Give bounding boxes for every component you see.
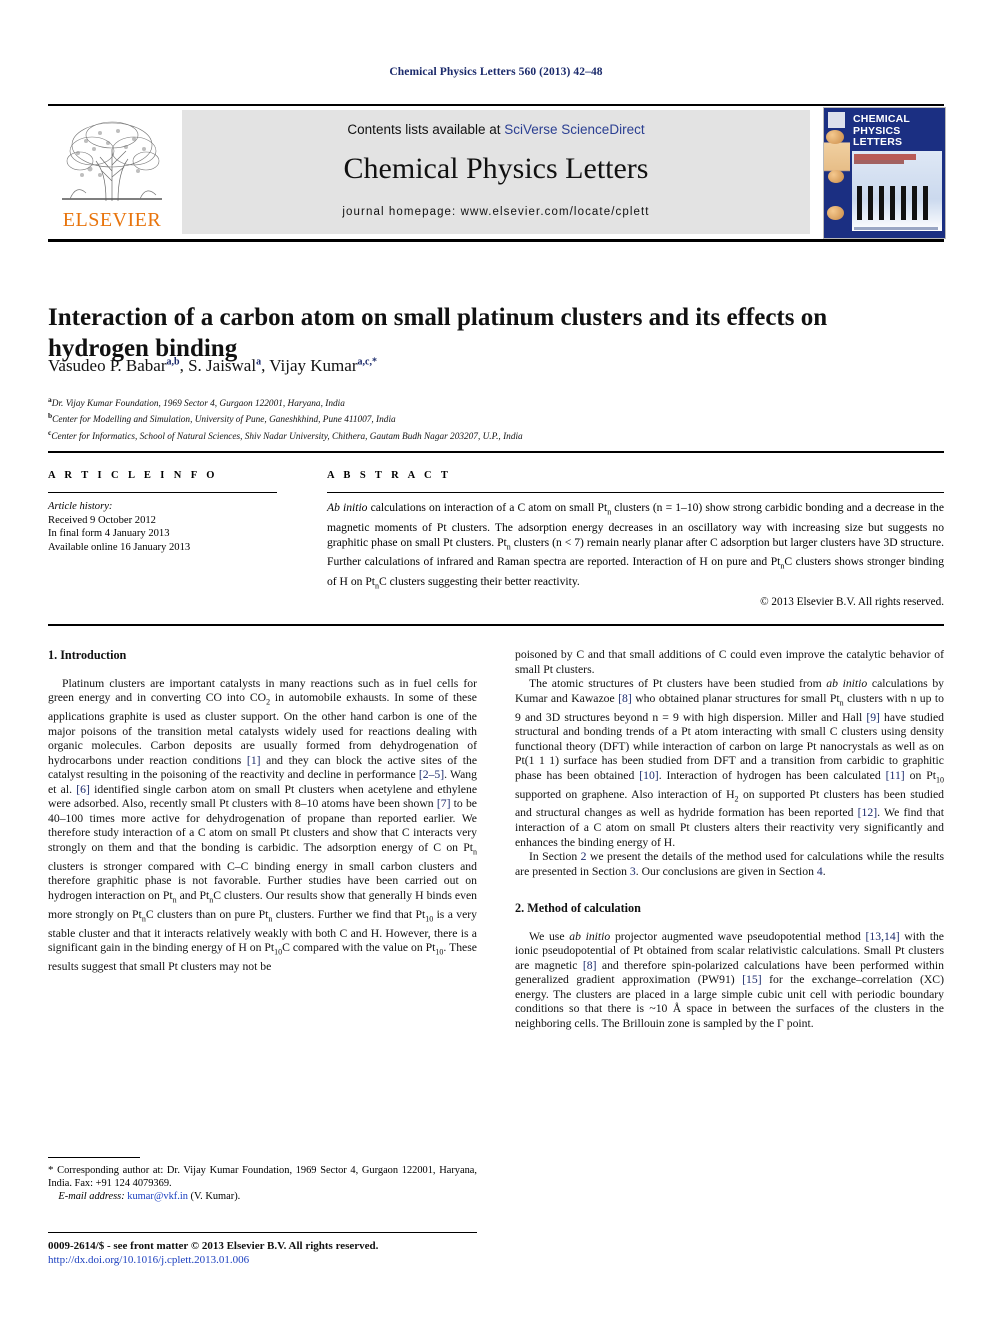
masthead-panel: Contents lists available at SciVerse Sci… <box>182 110 810 234</box>
footnote-email-link[interactable]: kumar@vkf.in <box>127 1191 188 1202</box>
affiliation-item: cCenter for Informatics, School of Natur… <box>48 427 918 443</box>
article-info-rule <box>48 492 277 493</box>
paragraph-intro-1: Platinum clusters are important catalyst… <box>48 676 478 974</box>
abstract-copyright: © 2013 Elsevier B.V. All rights reserved… <box>760 596 944 608</box>
paragraph-intro-3: In Section 2 we present the details of t… <box>515 850 944 878</box>
footnote-email-suffix: (V. Kumar). <box>187 1191 241 1203</box>
cover-blob <box>827 206 844 220</box>
abstract-rule <box>327 492 944 493</box>
corresponding-author-footnote: * Corresponding author at: Dr. Vijay Kum… <box>48 1164 477 1204</box>
affiliation-item: aDr. Vijay Kumar Foundation, 1969 Sector… <box>48 394 918 410</box>
masthead-top-rule <box>48 104 944 106</box>
cover-elsevier-mark-icon <box>828 112 845 128</box>
footnote-email-label: E-mail address: <box>58 1191 125 1203</box>
elsevier-tree-icon <box>56 109 168 207</box>
journal-masthead: ELSEVIER Contents lists available at Sci… <box>48 107 946 239</box>
cover-strapline-2 <box>854 160 904 164</box>
footnote-rule <box>48 1157 140 1159</box>
cover-test-tubes-image <box>857 186 937 220</box>
article-history-label: Article history: <box>48 501 113 512</box>
abstract-bottom-rule <box>48 624 944 626</box>
article-history-item: Received 9 October 2012 <box>48 514 156 526</box>
section-heading-method: 2. Method of calculation <box>515 901 641 916</box>
journal-cover-thumbnail: CHEMICAL PHYSICS LETTERS <box>823 107 946 239</box>
page-footer: 0009-2614/$ - see front matter © 2013 El… <box>48 1239 518 1267</box>
section-heading-introduction: 1. Introduction <box>48 648 127 662</box>
affiliation-text: Dr. Vijay Kumar Foundation, 1969 Sector … <box>51 399 345 410</box>
paragraph-intro-2: The atomic structures of Pt clusters hav… <box>515 677 945 849</box>
article-history: Article history: Received 9 October 2012… <box>48 500 288 554</box>
contents-prefix: Contents lists available at <box>347 122 505 137</box>
cover-title-line-3: LETTERS <box>853 136 903 148</box>
affiliation-text: Center for Modelling and Simulation, Uni… <box>52 415 396 426</box>
elsevier-logo: ELSEVIER <box>48 107 176 237</box>
paragraph-method-1: We use ab initio projector augmented wav… <box>515 929 944 1031</box>
abstract-text: Ab initio calculations on interaction of… <box>327 500 944 593</box>
author-name: S. Jaiswal <box>188 356 257 375</box>
article-info-label: A R T I C L E I N F O <box>48 470 218 481</box>
author-affiliation-marks: a,c,* <box>357 356 377 368</box>
info-section-top-rule <box>48 451 944 453</box>
paragraph-intro-1-continued: poisoned by C and that small additions o… <box>515 648 944 676</box>
cover-footer-line <box>854 227 938 230</box>
journal-title: Chemical Physics Letters <box>343 152 649 185</box>
running-head: Chemical Physics Letters 560 (2013) 42–4… <box>389 66 603 78</box>
article-page: Chemical Physics Letters 560 (2013) 42–4… <box>0 0 992 1323</box>
abstract-lead-italic: Ab initio <box>327 501 368 514</box>
article-title: Interaction of a carbon atom on small pl… <box>48 303 828 362</box>
elsevier-wordmark: ELSEVIER <box>62 209 162 231</box>
sciencedirect-link[interactable]: SciVerse ScienceDirect <box>504 122 644 137</box>
affiliation-list: aDr. Vijay Kumar Foundation, 1969 Sector… <box>48 394 918 443</box>
footer-rule <box>48 1232 477 1234</box>
abstract-body: calculations on interaction of a C atom … <box>327 501 945 591</box>
article-history-item: Available online 16 January 2013 <box>48 541 191 553</box>
author-name: Vasudeo P. Babar <box>48 356 167 375</box>
abstract-label: A B S T R A C T <box>327 470 452 481</box>
cover-title-line-1: CHEMICAL <box>853 113 911 125</box>
issn-copyright-line: 0009-2614/$ - see front matter © 2013 El… <box>48 1240 379 1252</box>
masthead-bottom-rule <box>48 239 944 242</box>
author-list: Vasudeo P. Babara,b, S. Jaiswala, Vijay … <box>48 356 377 375</box>
affiliation-item: bCenter for Modelling and Simulation, Un… <box>48 410 918 426</box>
body-column-left: 1. Introduction Platinum clusters are im… <box>48 648 477 975</box>
article-history-item: In final form 4 January 2013 <box>48 528 170 540</box>
cover-title: CHEMICAL PHYSICS LETTERS <box>853 113 943 149</box>
body-column-right: poisoned by C and that small additions o… <box>515 648 944 1032</box>
cover-blob <box>826 130 844 144</box>
cover-blob <box>828 170 844 183</box>
author-affiliation-marks: a <box>256 356 262 368</box>
doi-link[interactable]: http://dx.doi.org/10.1016/j.cplett.2013.… <box>48 1253 518 1267</box>
footnote-corresponding-text: Corresponding author at: Dr. Vijay Kumar… <box>48 1165 477 1190</box>
author-name: Vijay Kumar <box>269 356 358 375</box>
author-affiliation-marks: a,b <box>166 356 180 368</box>
affiliation-text: Center for Informatics, School of Natura… <box>51 431 523 442</box>
journal-homepage-link[interactable]: journal homepage: www.elsevier.com/locat… <box>182 206 810 218</box>
cover-title-line-2: PHYSICS <box>853 124 901 137</box>
contents-available-line: Contents lists available at SciVerse Sci… <box>182 122 810 137</box>
